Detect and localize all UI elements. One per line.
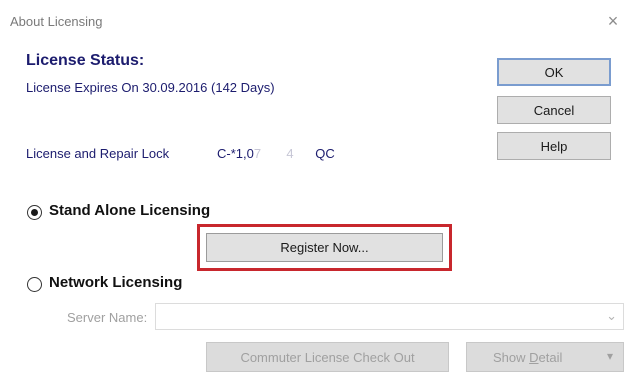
network-label[interactable]: Network Licensing	[49, 274, 182, 291]
server-name-label: Server Name:	[67, 310, 148, 325]
show-detail-button[interactable]: Show Detail ▾	[466, 342, 624, 372]
show-detail-accelerator: D	[529, 349, 539, 365]
ok-button[interactable]: OK	[497, 58, 611, 86]
show-detail-suffix: etail	[538, 349, 563, 365]
standalone-label[interactable]: Stand Alone Licensing	[49, 202, 210, 219]
show-detail-prefix: Show	[493, 349, 530, 365]
server-name-select[interactable]: ⌄	[155, 303, 624, 330]
license-status-title: License Status:	[26, 52, 145, 69]
window-title: About Licensing	[10, 14, 103, 29]
network-radio[interactable]	[27, 277, 42, 292]
repair-lock-value-faded: 7 4	[253, 146, 316, 161]
chevron-down-icon: ⌄	[606, 308, 617, 323]
cancel-button[interactable]: Cancel	[497, 96, 611, 124]
close-icon[interactable]: ×	[602, 10, 624, 32]
chevron-down-icon: ▾	[606, 349, 613, 363]
repair-lock-value: C-*1,07 4 QC	[217, 146, 335, 161]
repair-lock-value-end: QC	[315, 146, 335, 161]
license-expiry-text: License Expires On 30.09.2016 (142 Days)	[26, 80, 275, 95]
standalone-radio[interactable]	[27, 205, 42, 220]
commuter-checkout-button[interactable]: Commuter License Check Out	[206, 342, 449, 372]
register-now-button[interactable]: Register Now...	[206, 233, 443, 262]
help-button[interactable]: Help	[497, 132, 611, 160]
repair-lock-value-start: C-*1,0	[217, 146, 254, 161]
repair-lock-label: License and Repair Lock	[26, 146, 170, 161]
